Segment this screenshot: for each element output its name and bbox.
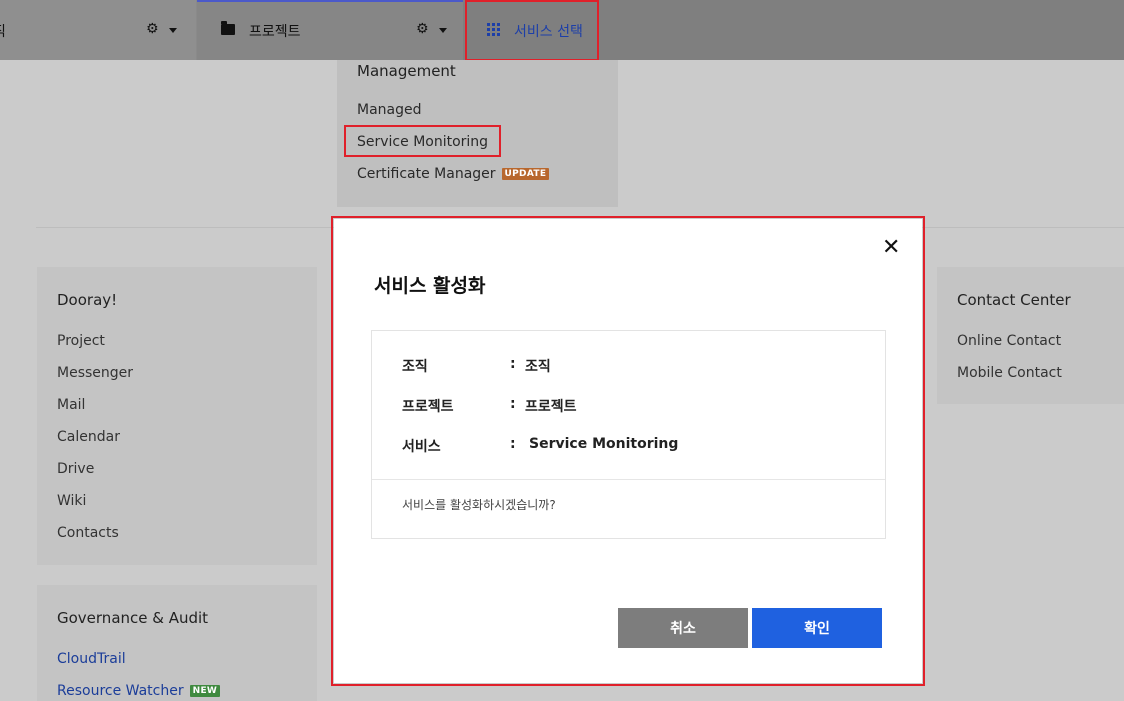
service-row-colon: : xyxy=(510,436,516,452)
activate-service-modal: 서비스 활성화 ✕ 조직 : 조직 프로젝트 : 프로젝트 서비스 : Serv… xyxy=(334,219,922,683)
org-label[interactable]: 직 xyxy=(0,21,6,41)
org-selector[interactable] xyxy=(0,0,196,60)
menu-item-contacts[interactable]: Contacts xyxy=(57,525,119,541)
highlight-box-service-select xyxy=(465,0,599,61)
confirm-button[interactable]: 확인 xyxy=(752,608,882,648)
governance-card: Governance & Audit CloudTrail Resource W… xyxy=(37,585,317,701)
project-label[interactable]: 프로젝트 xyxy=(249,21,301,41)
update-badge: UPDATE xyxy=(501,168,550,180)
menu-item-mail[interactable]: Mail xyxy=(57,397,85,413)
confirm-message: 서비스를 활성화하시겠습니까? xyxy=(402,498,556,512)
org-chevron-down-icon[interactable] xyxy=(169,28,177,33)
dooray-card: Dooray! Project Messenger Mail Calendar … xyxy=(37,267,317,565)
contact-center-card: Contact Center Online Contact Mobile Con… xyxy=(937,267,1124,404)
menu-item-label: Resource Watcher xyxy=(57,683,184,699)
project-row-value: 프로젝트 xyxy=(525,399,577,415)
project-row-label: 프로젝트 xyxy=(402,399,454,415)
org-settings-gear-icon[interactable]: ⚙ xyxy=(146,21,159,37)
project-chevron-down-icon[interactable] xyxy=(439,28,447,33)
new-badge: NEW xyxy=(189,685,221,697)
menu-item-wiki[interactable]: Wiki xyxy=(57,493,86,509)
project-tab-indicator xyxy=(197,0,463,2)
menu-item-label: Certificate Manager xyxy=(357,166,496,182)
menu-item-online-contact[interactable]: Online Contact xyxy=(957,333,1061,349)
close-icon[interactable]: ✕ xyxy=(882,237,900,259)
highlight-box-service-monitoring xyxy=(344,125,501,157)
card-title: Contact Center xyxy=(957,291,1071,309)
org-row-label: 조직 xyxy=(402,359,428,375)
menu-item-certificate-manager[interactable]: Certificate Manager UPDATE xyxy=(357,166,550,182)
menu-item-drive[interactable]: Drive xyxy=(57,461,94,477)
service-info-box: 조직 : 조직 프로젝트 : 프로젝트 서비스 : Service Monito… xyxy=(371,330,886,539)
menu-item-managed[interactable]: Managed xyxy=(357,102,422,118)
menu-item-mobile-contact[interactable]: Mobile Contact xyxy=(957,365,1062,381)
card-title: Governance & Audit xyxy=(57,609,209,627)
modal-title: 서비스 활성화 xyxy=(374,275,486,297)
org-row-colon: : xyxy=(510,356,516,372)
project-settings-gear-icon[interactable]: ⚙ xyxy=(416,21,429,37)
menu-item-cloudtrail[interactable]: CloudTrail xyxy=(57,651,126,667)
menu-item-project[interactable]: Project xyxy=(57,333,105,349)
folder-icon xyxy=(221,21,235,35)
service-row-label: 서비스 xyxy=(402,439,441,455)
menu-item-calendar[interactable]: Calendar xyxy=(57,429,120,445)
org-row-value: 조직 xyxy=(525,359,551,375)
card-title: Dooray! xyxy=(57,291,118,309)
service-row-value: Service Monitoring xyxy=(529,436,679,452)
dropdown-title: Management xyxy=(357,62,456,80)
info-divider xyxy=(372,479,885,480)
project-row-colon: : xyxy=(510,396,516,412)
menu-item-messenger[interactable]: Messenger xyxy=(57,365,133,381)
cancel-button[interactable]: 취소 xyxy=(618,608,748,648)
menu-item-resource-watcher[interactable]: Resource Watcher NEW xyxy=(57,683,221,699)
